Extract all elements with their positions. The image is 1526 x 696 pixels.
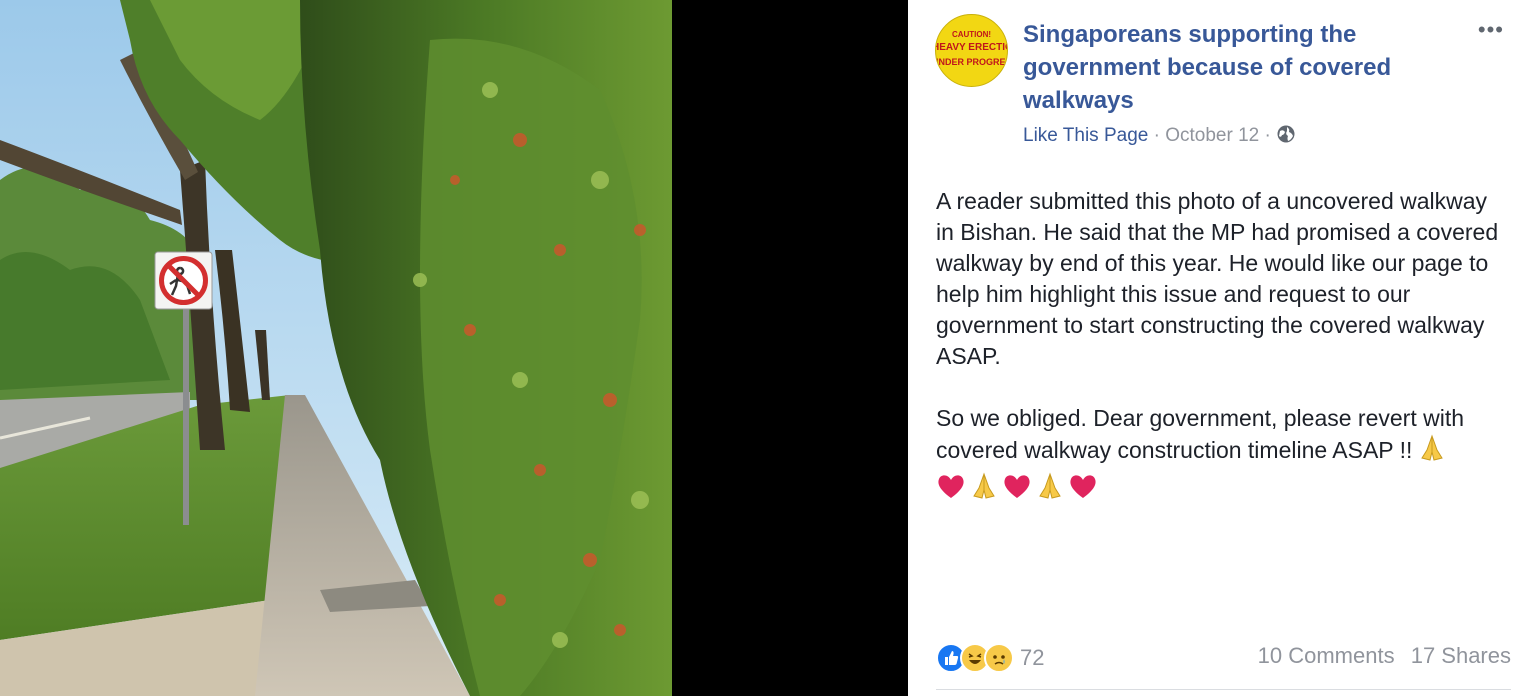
- shares-count-link[interactable]: 17 Shares: [1411, 643, 1511, 668]
- folded-hands-icon: [969, 472, 999, 508]
- post-footer: 72 10 Comments 17 Shares: [936, 640, 1511, 676]
- heart-icon: [1002, 472, 1032, 508]
- like-page-link[interactable]: Like This Page: [1023, 125, 1148, 146]
- post-date[interactable]: October 12: [1165, 125, 1259, 146]
- post-meta: Like This Page · October 12 ·: [1023, 124, 1296, 150]
- divider: [936, 689, 1511, 690]
- meta-separator: ·: [1264, 125, 1271, 146]
- meta-separator: ·: [1153, 125, 1160, 146]
- avatar-sign-line: UNDER PROGRESS: [935, 57, 1007, 67]
- emoji-row: [936, 472, 1511, 508]
- post-text: A reader submitted this photo of a uncov…: [936, 186, 1511, 508]
- avatar-sign-line: CAUTION!: [951, 30, 992, 39]
- reaction-count[interactable]: 72: [1020, 645, 1044, 671]
- avatar-sign-line: HEAVY ERECTION: [935, 42, 1007, 53]
- folded-hands-icon: [1418, 434, 1446, 470]
- reactions-summary[interactable]: 72: [936, 643, 1044, 673]
- post-panel: CAUTION! HEAVY ERECTION UNDER PROGRESS S…: [908, 0, 1526, 696]
- post-photo[interactable]: [0, 0, 672, 696]
- page-name-link[interactable]: Singaporeans supporting the government b…: [1023, 18, 1443, 117]
- globe-icon[interactable]: [1276, 124, 1296, 150]
- post-paragraph: So we obliged. Dear government, please r…: [936, 403, 1511, 470]
- sad-reaction-icon: [984, 643, 1014, 673]
- photo-viewer[interactable]: [0, 0, 908, 696]
- more-options-icon[interactable]: •••: [1478, 18, 1504, 42]
- post-paragraph: A reader submitted this photo of a uncov…: [936, 188, 1499, 369]
- no-pedestrian-sign: [154, 251, 213, 310]
- comments-count-link[interactable]: 10 Comments: [1258, 643, 1395, 668]
- heart-icon: [1068, 472, 1098, 508]
- folded-hands-icon: [1035, 472, 1065, 508]
- heart-icon: [936, 472, 966, 508]
- page-avatar[interactable]: CAUTION! HEAVY ERECTION UNDER PROGRESS: [935, 14, 1008, 87]
- post-stats: 10 Comments 17 Shares: [1258, 643, 1511, 669]
